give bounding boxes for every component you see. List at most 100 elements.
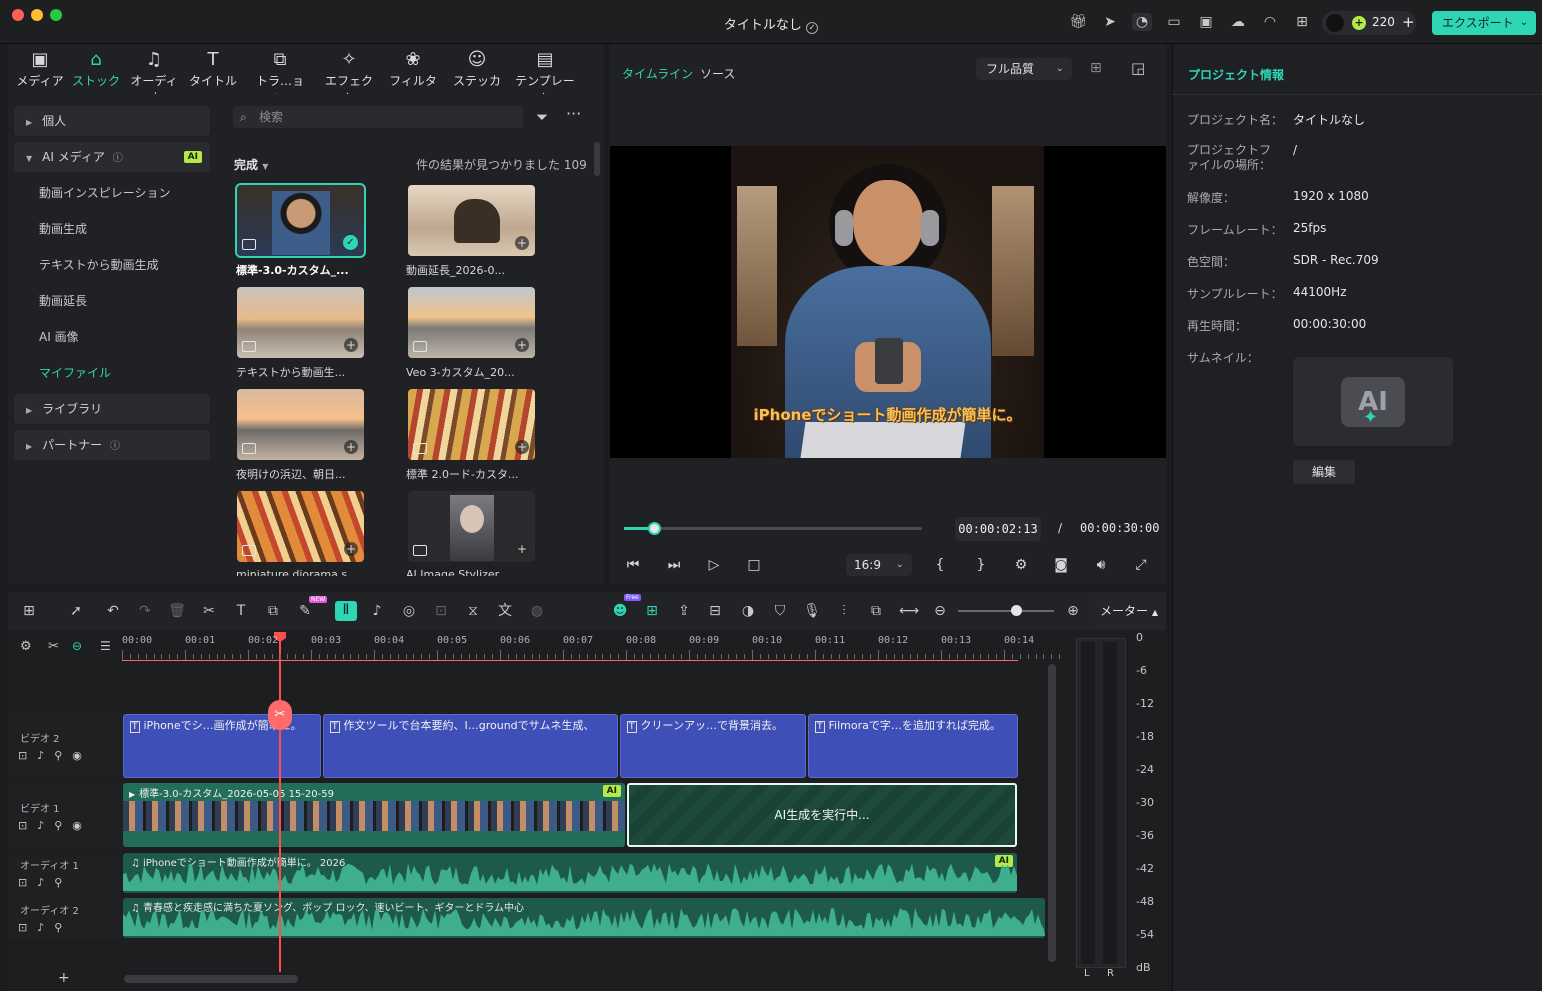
share-icon[interactable]: ⇪ (675, 602, 693, 620)
media-item[interactable]: ✓ (235, 183, 366, 258)
timeline-vertical-scrollbar[interactable] (1048, 664, 1056, 962)
audio-clip[interactable]: ♫ 青春感と疾走感に満ちた夏ソング、ポップ ロック、速いビート、ギターとドラム中心 (123, 898, 1045, 938)
track-height-icon[interactable]: ☰ (100, 639, 111, 653)
fullscreen-icon[interactable]: ⤢ (1130, 555, 1152, 575)
tab-stock[interactable]: ⌂ ストック (68, 48, 124, 92)
tab-source-preview[interactable]: ソース (700, 65, 735, 82)
play-button[interactable]: ▷ (703, 555, 725, 575)
sidebar-item-ai-image[interactable]: AI 画像 (14, 322, 210, 352)
undo-icon[interactable]: ↶ (104, 602, 122, 620)
timeline-horizontal-scrollbar[interactable] (124, 975, 298, 983)
track-controls[interactable]: ⊡♪⚲◉ (18, 749, 92, 762)
zoom-slider[interactable] (958, 610, 1054, 612)
ai-portrait-icon[interactable]: ⊡ (432, 602, 450, 620)
tab-title[interactable]: T タイトル (188, 48, 238, 92)
sidebar-item-personal[interactable]: ▶ 個人 (14, 106, 210, 136)
media-item[interactable]: + (237, 491, 364, 562)
scope-icon[interactable]: ◲ (1131, 59, 1145, 77)
mark-out-button[interactable]: } (970, 555, 992, 575)
pen-icon[interactable]: ✎ (296, 602, 314, 620)
grid-view-icon[interactable]: ⊞ (1090, 60, 1102, 76)
title-clip[interactable]: T Filmoraで字…を追加すれば完成。 (808, 714, 1018, 778)
sidebar-item-my-files[interactable]: マイファイル (14, 358, 210, 388)
completion-filter[interactable]: 完成 ▼ (234, 156, 268, 173)
unlink-icon[interactable]: ✂ (48, 639, 59, 654)
zoom-slider-handle[interactable] (1011, 605, 1022, 616)
search-input[interactable]: ⌕ 検索 (233, 106, 523, 128)
add-icon[interactable]: + (344, 542, 358, 556)
more-options-icon[interactable]: ··· (566, 104, 581, 123)
playhead-split-icon[interactable]: ✂ (268, 700, 292, 730)
sidebar-item-partner[interactable]: ▶ パートナー ⓘ (14, 430, 210, 460)
track-settings-icon[interactable]: ⚙ (20, 639, 32, 654)
ai-voice-icon[interactable]: ◎ (400, 602, 418, 620)
translate-icon[interactable]: 文 (496, 602, 514, 620)
avatar[interactable] (1326, 14, 1344, 32)
quality-select[interactable]: フル品質 ⌄ (976, 58, 1072, 80)
add-icon[interactable]: + (515, 542, 529, 556)
tab-timeline-preview[interactable]: タイムライン (622, 65, 693, 82)
export-button[interactable]: エクスポート ⌄ (1432, 11, 1536, 35)
sidebar-item-video-inspiration[interactable]: 動画インスピレーション (14, 178, 210, 208)
media-item[interactable]: + (408, 287, 535, 358)
volume-icon[interactable]: 🔊︎ (1090, 555, 1112, 575)
zoom-out-icon[interactable]: ⊖ (931, 602, 949, 620)
edit-thumbnail-button[interactable]: 編集 (1293, 460, 1355, 484)
add-icon[interactable]: + (515, 236, 529, 250)
track-controls[interactable]: ⊡♪⚲ (18, 921, 72, 934)
credits-badge[interactable]: + 220 + (1322, 11, 1416, 35)
media-item[interactable]: + (408, 389, 535, 460)
help-icon[interactable]: ⓘ (113, 153, 123, 164)
add-track-icon[interactable]: + (58, 970, 70, 986)
zoom-in-icon[interactable]: ⊕ (1064, 602, 1082, 620)
ai-generating-clip[interactable]: AI生成を実行中... (627, 783, 1017, 847)
aspect-ratio-select[interactable]: 16:9 ⌄ (846, 554, 912, 576)
text-tool-icon[interactable]: T (232, 602, 250, 620)
split-icon[interactable]: ✂ (200, 602, 218, 620)
delete-icon[interactable]: 🗑︎ (168, 602, 186, 620)
render-settings-icon[interactable]: ⚙ (1010, 555, 1032, 575)
next-frame-button[interactable]: ⏭︎ (663, 555, 685, 575)
stop-button[interactable]: □ (743, 555, 765, 575)
select-tool-icon[interactable]: ➚ (67, 602, 85, 620)
track-controls[interactable]: ⊡♪⚲ (18, 876, 72, 889)
tab-effect[interactable]: ✧エフェクト (320, 48, 378, 105)
add-icon[interactable]: + (515, 338, 529, 352)
cloud-upload-icon[interactable]: ☁ (1228, 13, 1248, 31)
current-time[interactable]: 00:00:02:13 (955, 517, 1041, 541)
add-icon[interactable]: + (344, 440, 358, 454)
snapshot-icon[interactable]: ◙ (1050, 555, 1072, 575)
title-clip[interactable]: T 作文ツールで台本要約、I…groundでサムネ生成、 (323, 714, 618, 778)
audio-tool-icon[interactable]: ♪ (368, 602, 386, 620)
link-icon[interactable]: ⊖ (72, 639, 82, 653)
media-item[interactable]: + (237, 287, 364, 358)
sidebar-item-video-extend[interactable]: 動画延長 (14, 286, 210, 316)
ai-text-tool-icon[interactable]: Ⅱ (335, 601, 357, 621)
tab-transition[interactable]: ⧉トラ…ョン (252, 48, 308, 105)
tab-sticker[interactable]: ☺ステッカー (448, 48, 506, 105)
tab-audio[interactable]: ♫オーディオ (126, 48, 182, 105)
redo-icon[interactable]: ↷ (136, 602, 154, 620)
mixer-icon[interactable]: ⫶ (835, 602, 853, 620)
apps-grid-icon[interactable]: ⊞ (1292, 13, 1312, 31)
gift-icon[interactable]: 🎁︎ (1068, 13, 1088, 31)
meter-toggle[interactable]: メーター ▲ (1094, 592, 1166, 630)
auto-reframe-icon[interactable]: ⊞ (643, 602, 661, 620)
sidebar-item-video-generation[interactable]: 動画生成 (14, 214, 210, 244)
mark-in-button[interactable]: { (929, 555, 951, 575)
layout-grid-icon[interactable]: ⊞ (20, 602, 38, 620)
help-icon[interactable]: ⓘ (110, 441, 120, 452)
title-clip[interactable]: T クリーンアッ…で背景消去。 (620, 714, 806, 778)
crop-icon[interactable]: ⧉ (264, 602, 282, 620)
playhead[interactable] (279, 632, 281, 972)
replace-icon[interactable]: ⧉ (867, 602, 885, 620)
audio-clip[interactable]: ♫ iPhoneでショート動画作成が簡単に。 2026 AI (123, 853, 1017, 893)
previous-frame-button[interactable]: ⏮︎ (622, 555, 644, 575)
media-item[interactable]: + (408, 491, 535, 562)
media-item[interactable]: + (237, 389, 364, 460)
color-icon[interactable]: ◍ (528, 602, 546, 620)
fit-icon[interactable]: ⟷ (899, 602, 919, 620)
title-clip[interactable]: TiPhoneでシ…画作成が簡単に。 (123, 714, 321, 778)
add-icon[interactable]: + (515, 440, 529, 454)
ai-assistant-icon[interactable]: ☻ (611, 602, 629, 620)
